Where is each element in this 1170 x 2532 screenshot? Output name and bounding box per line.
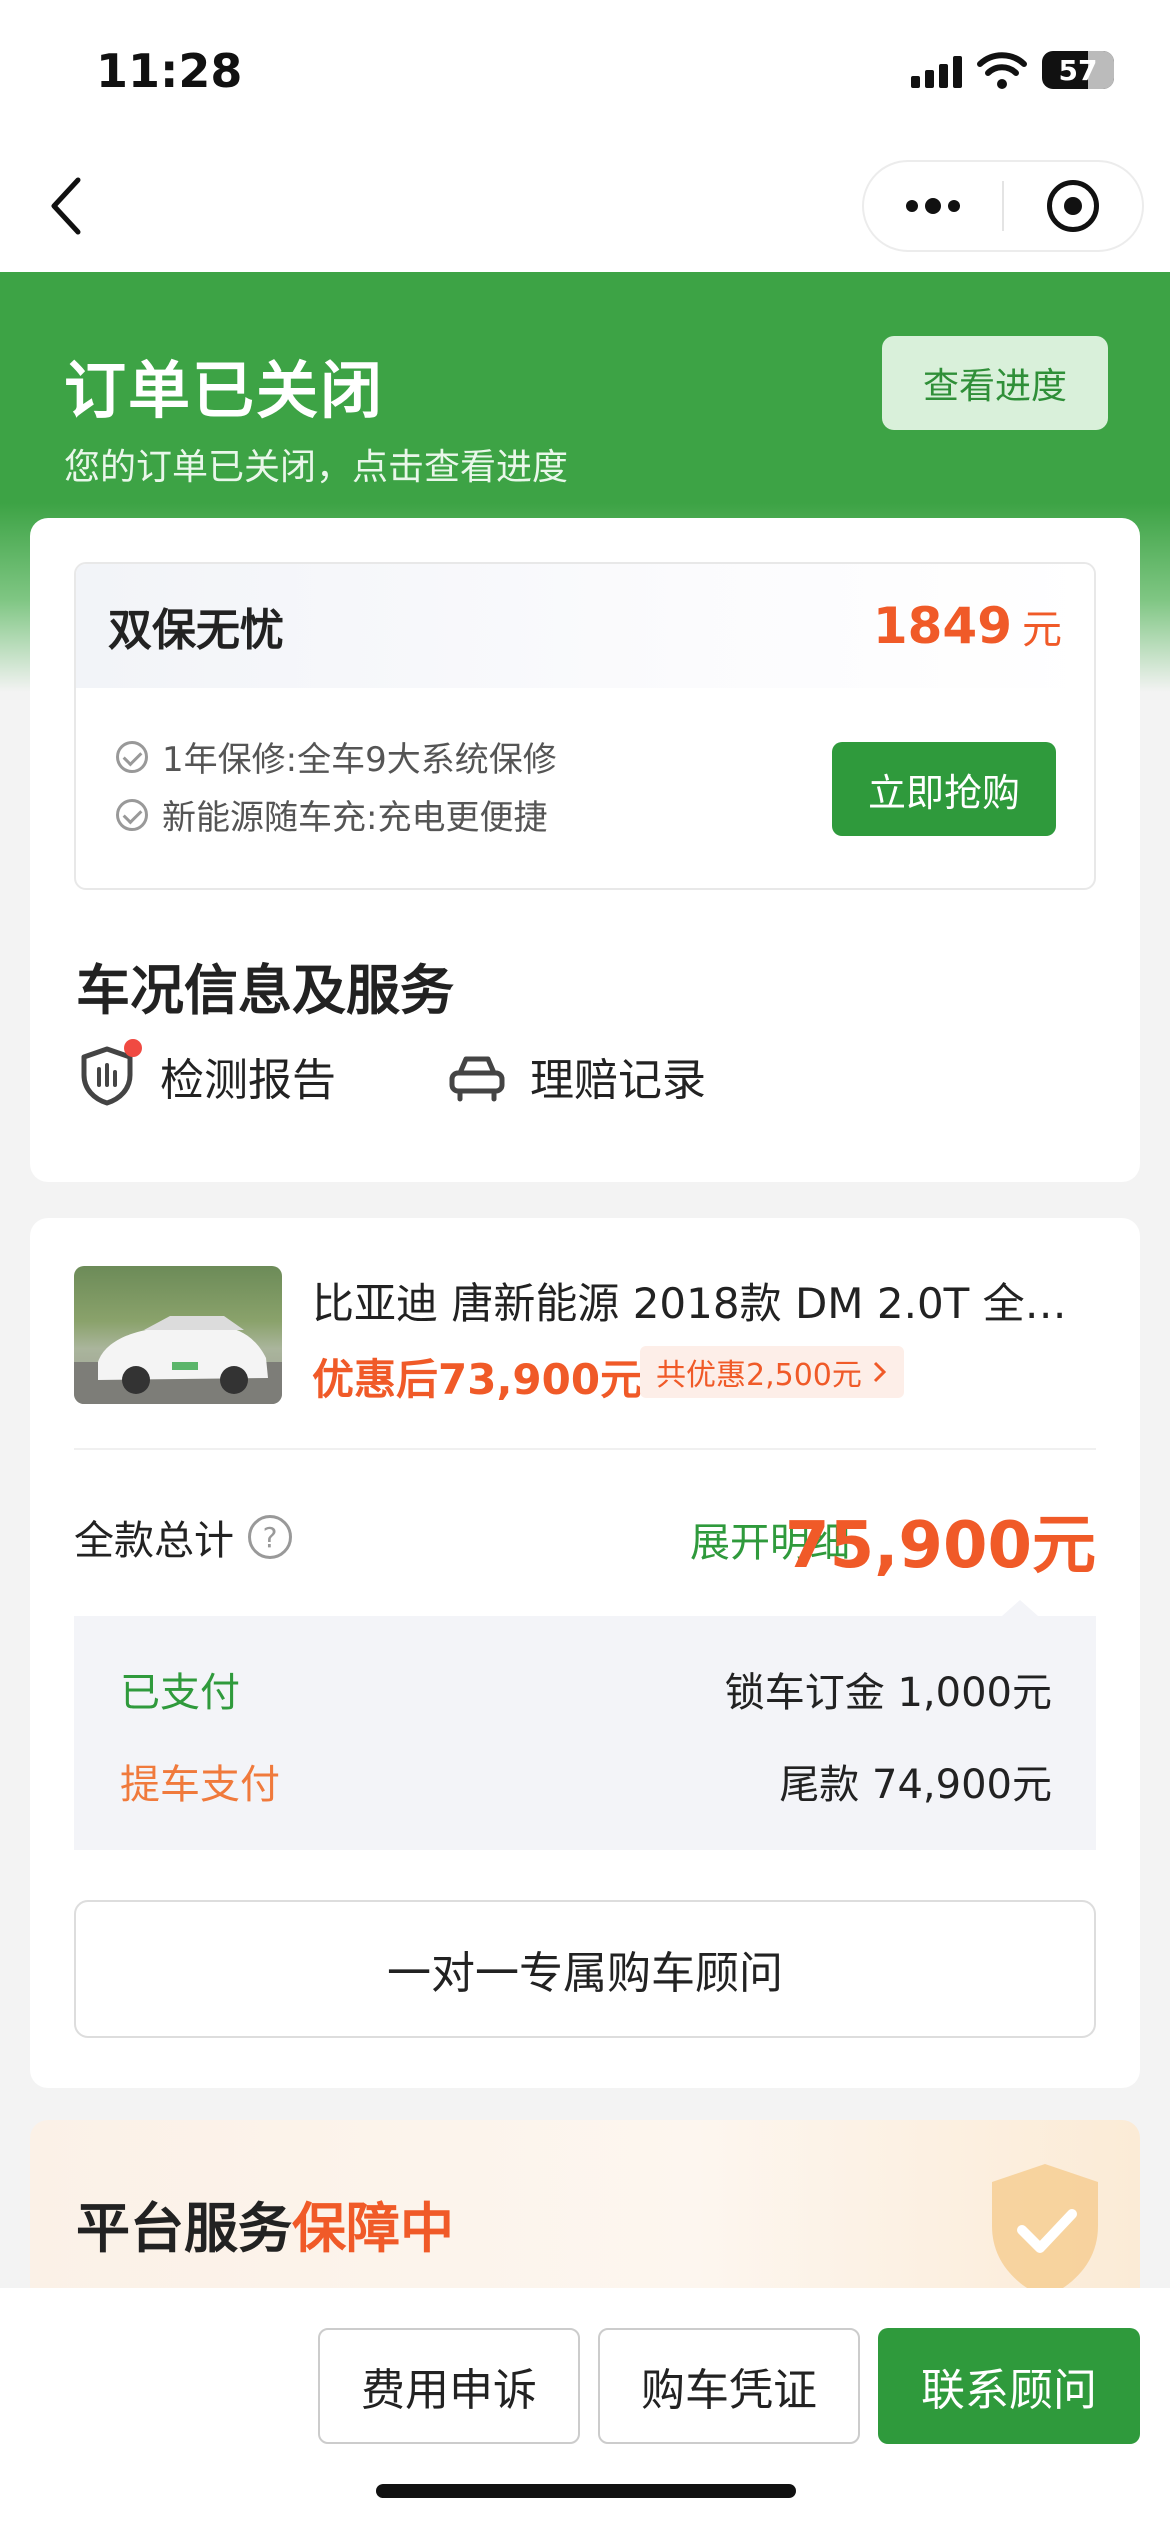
- question-mark-icon[interactable]: ?: [248, 1515, 292, 1559]
- contact-consultant-button[interactable]: 联系顾问: [878, 2328, 1140, 2444]
- paybox-pointer: [1002, 1600, 1038, 1616]
- car-name[interactable]: 比亚迪 唐新能源 2018款 DM 2.0T 全时四驱智联创酷型: [312, 1270, 1102, 1331]
- insurance-offer: 双保无忧 1849 元 1年保修:全车9大系统保修 新能源随车充:充电更便捷 立即…: [74, 562, 1096, 890]
- check-circle-icon: [116, 798, 148, 831]
- payment-details: 已支付 锁车订金 1,000元 提车支付 尾款 74,900元: [74, 1616, 1096, 1850]
- view-progress-button[interactable]: 查看进度: [882, 336, 1108, 430]
- payment-detail: 尾款 74,900元: [779, 1762, 1052, 1808]
- back-arrow-icon[interactable]: [48, 176, 84, 236]
- inspection-report-label: 检测报告: [160, 1055, 336, 1106]
- payment-status-paid: 已支付: [120, 1670, 240, 1716]
- mini-program-capsule: [862, 160, 1144, 252]
- more-dots-icon: [906, 198, 960, 214]
- service-card: 双保无忧 1849 元 1年保修:全车9大系统保修 新能源随车充:充电更便捷 立即…: [30, 518, 1140, 1182]
- car-order-card: 比亚迪 唐新能源 2018款 DM 2.0T 全时四驱智联创酷型 优惠后73,9…: [30, 1218, 1140, 2088]
- order-status-subtitle: 您的订单已关闭，点击查看进度: [64, 447, 569, 488]
- notification-dot: [124, 1039, 142, 1057]
- insurance-feature: 1年保修:全车9大系统保修: [116, 732, 557, 781]
- target-circle-icon: [1047, 180, 1099, 232]
- divider: [74, 1448, 1096, 1450]
- section-title-vehicle-info: 车况信息及服务: [76, 959, 454, 1022]
- close-miniprogram-button[interactable]: [1004, 162, 1142, 250]
- claim-record-link[interactable]: 理赔记录: [446, 1044, 706, 1108]
- shield-check-icon: [992, 2164, 1098, 2298]
- more-button[interactable]: [864, 162, 1002, 250]
- insurance-price: 1849 元: [872, 597, 1062, 655]
- payment-detail: 锁车订金 1,000元: [724, 1670, 1052, 1716]
- payment-row: 已支付 锁车订金 1,000元: [120, 1660, 1052, 1718]
- payment-status-pickup: 提车支付: [120, 1762, 280, 1808]
- status-icons: 57: [911, 50, 1114, 90]
- inspection-report-link[interactable]: 检测报告: [76, 1039, 336, 1108]
- purchase-voucher-button[interactable]: 购车凭证: [598, 2328, 860, 2444]
- order-status-title: 订单已关闭: [64, 354, 385, 427]
- check-circle-icon: [116, 740, 148, 773]
- buy-now-button[interactable]: 立即抢购: [832, 742, 1056, 836]
- home-indicator: [376, 2484, 796, 2498]
- wifi-icon: [977, 52, 1027, 89]
- dedicated-consultant-button[interactable]: 一对一专属购车顾问: [74, 1900, 1096, 2038]
- bottom-action-bar: 费用申诉 购车凭证 联系顾问: [0, 2288, 1170, 2532]
- total-amount: 75,900元: [785, 1509, 1096, 1583]
- insurance-feature: 新能源随车充:充电更便捷: [116, 790, 547, 839]
- discount-tag[interactable]: 共优惠2,500元: [640, 1346, 904, 1398]
- car-claim-icon: [446, 1045, 508, 1107]
- platform-guarantee-title: 平台服务保障中: [76, 2197, 454, 2260]
- insurance-name: 双保无忧: [108, 605, 284, 656]
- discount-price: 优惠后73,900元: [312, 1355, 643, 1404]
- fee-appeal-button[interactable]: 费用申诉: [318, 2328, 580, 2444]
- claim-record-label: 理赔记录: [530, 1055, 706, 1106]
- signal-icon: [911, 52, 962, 88]
- car-thumbnail[interactable]: [74, 1266, 282, 1404]
- chevron-right-icon: [873, 1361, 887, 1383]
- payment-row: 提车支付 尾款 74,900元: [120, 1752, 1052, 1810]
- shield-report-icon: [76, 1039, 142, 1107]
- status-time: 11:28: [96, 44, 243, 98]
- total-label: 全款总计 ?: [74, 1508, 292, 1566]
- battery-icon: 57: [1042, 51, 1114, 89]
